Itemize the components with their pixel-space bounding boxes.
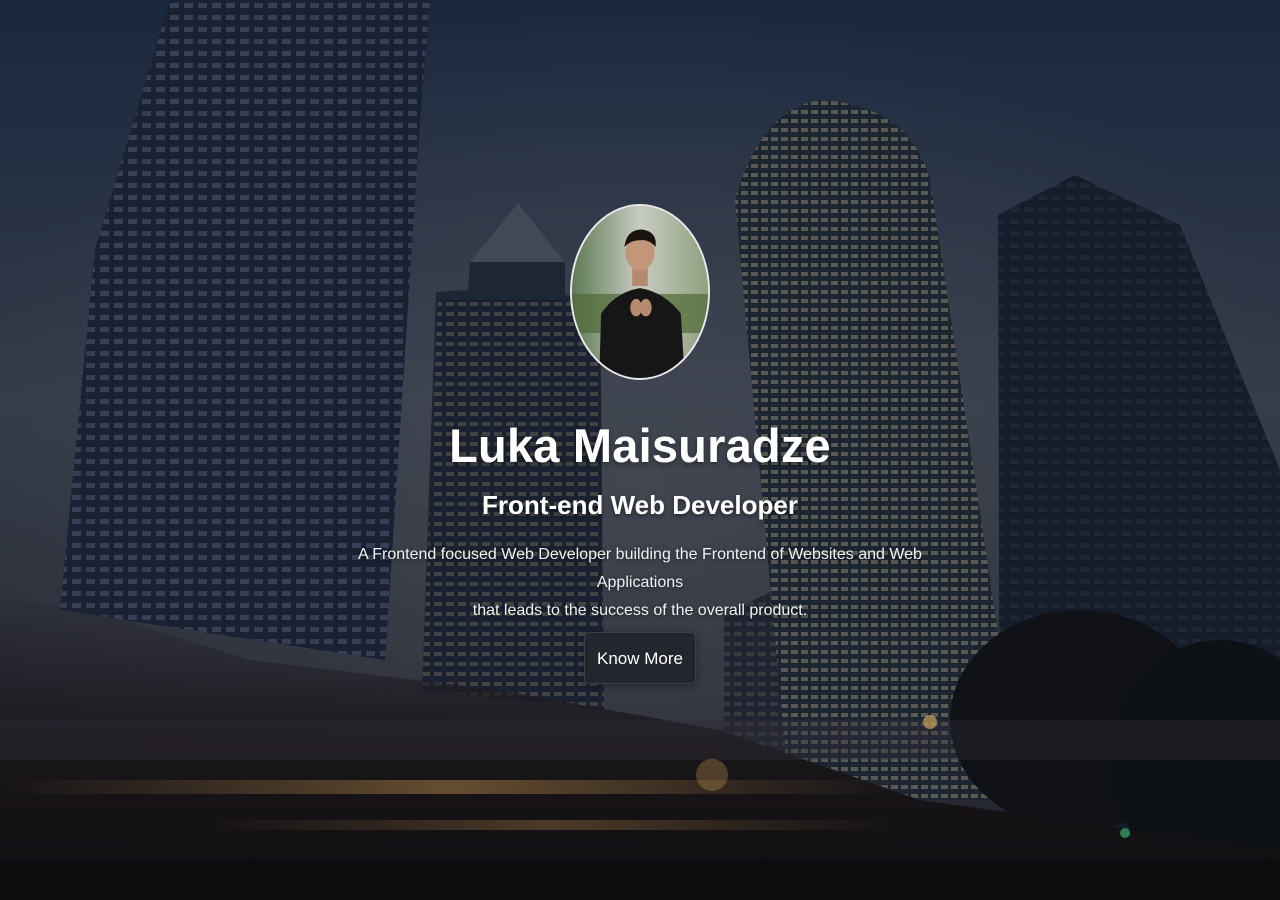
hero-role: Front-end Web Developer (482, 490, 798, 520)
know-more-button[interactable]: Know More (584, 632, 696, 684)
profile-photo-icon (572, 206, 708, 378)
hero-description-line-2: that leads to the success of the overall… (472, 602, 808, 619)
hero-content: Luka Maisuradze Front-end Web Developer … (0, 0, 1280, 900)
profile-avatar (570, 204, 710, 380)
hero-name: Luka Maisuradze (449, 419, 831, 472)
hero-description-line-1: A Frontend focused Web Developer buildin… (358, 546, 922, 591)
hero-description: A Frontend focused Web Developer buildin… (320, 541, 960, 625)
hero-section: Luka Maisuradze Front-end Web Developer … (0, 0, 1280, 900)
